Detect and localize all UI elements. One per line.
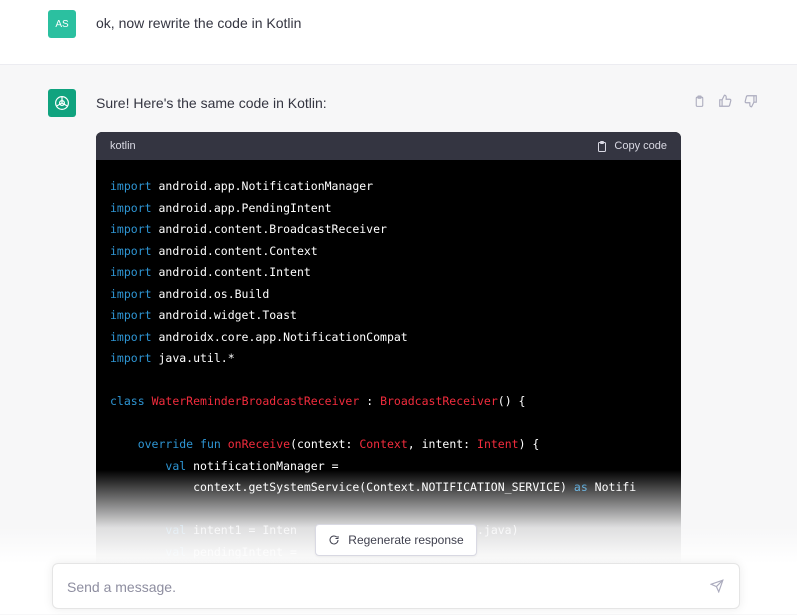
code-line: override fun onReceive(context: Context,… xyxy=(137,437,540,451)
code-line: import androidx.core.app.NotificationCom… xyxy=(110,329,408,344)
code-line: import android.content.Intent xyxy=(110,265,311,279)
openai-logo-icon xyxy=(55,96,69,110)
code-line: import java.util.* xyxy=(110,351,235,365)
user-message-text: ok, now rewrite the code in Kotlin xyxy=(96,15,302,31)
user-avatar: AS xyxy=(48,10,76,38)
copy-icon[interactable] xyxy=(690,92,708,110)
refresh-icon xyxy=(329,535,339,545)
code-line: import android.content.Context xyxy=(110,243,318,258)
send-button[interactable] xyxy=(707,576,727,596)
code-line: import android.content.BroadcastReceiver xyxy=(110,222,387,236)
assistant-message-text: Sure! Here's the same code in Kotlin: xyxy=(96,95,327,111)
code-line: import android.app.PendingIntent xyxy=(110,200,332,215)
code-line: import android.widget.Toast xyxy=(110,308,297,322)
copy-code-label: Copy code xyxy=(614,140,667,152)
code-line: import android.os.Build xyxy=(110,286,270,301)
message-actions xyxy=(690,92,760,110)
thumbs-up-icon[interactable] xyxy=(716,92,734,110)
copy-code-button[interactable]: Copy code xyxy=(596,140,667,153)
assistant-avatar xyxy=(48,89,76,117)
code-language-label: kotlin xyxy=(110,140,136,152)
message-composer xyxy=(52,563,740,609)
clipboard-icon xyxy=(598,140,607,152)
thumbs-down-icon[interactable] xyxy=(742,92,760,110)
regenerate-label: Regenerate response xyxy=(348,533,464,547)
regenerate-response-button[interactable]: Regenerate response xyxy=(315,524,477,556)
code-header: kotlin Copy code xyxy=(96,132,681,160)
send-icon xyxy=(710,579,724,593)
code-line: import android.app.NotificationManager xyxy=(110,179,374,193)
user-message-row: AS ok, now rewrite the code in Kotlin xyxy=(0,0,797,64)
message-input[interactable] xyxy=(65,574,689,600)
code-line: class WaterReminderBroadcastReceiver : B… xyxy=(110,394,526,408)
